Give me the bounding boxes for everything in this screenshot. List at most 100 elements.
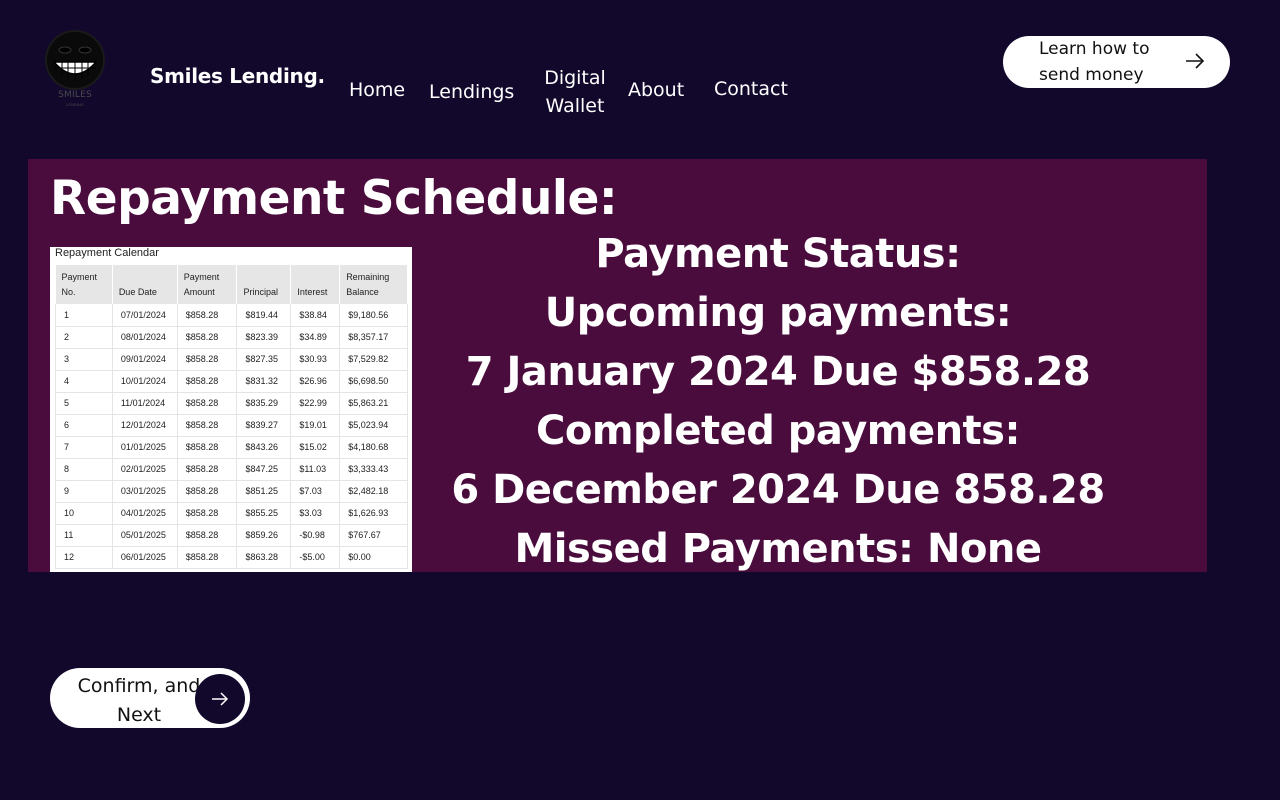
nav-home[interactable]: Home [349, 76, 405, 104]
table-cell: $1,626.93 [339, 502, 408, 525]
upcoming-payments-label: Upcoming payments: [544, 290, 1012, 336]
table-row: 7 01/01/2025 $858.28 $843.26 $15.02 $4,180.68 [55, 436, 408, 459]
table-cell: $835.29 [236, 392, 292, 415]
table-cell: $859.26 [236, 524, 292, 547]
table-cell: $15.02 [290, 436, 341, 459]
brand-name[interactable]: Smiles Lending. [150, 64, 325, 88]
nav-lendings[interactable]: Lendings [429, 78, 514, 106]
column-header: Principal [236, 265, 292, 304]
table-cell: 5 [55, 392, 113, 415]
table-cell: 03/01/2025 [112, 480, 178, 503]
nav-contact[interactable]: Contact [714, 75, 788, 103]
completed-payment-value: 6 December 2024 Due 858.28 [451, 467, 1105, 513]
table-header-row: Payment No. Due Date Payment Amount Prin… [55, 265, 408, 304]
table-cell: 02/01/2025 [112, 458, 178, 481]
arrow-right-icon [212, 692, 229, 706]
table-cell: $19.01 [290, 414, 341, 437]
learn-send-money-button[interactable]: Learn how to send money [1003, 36, 1230, 88]
table-cell: $0.00 [339, 546, 408, 569]
table-row: 3 09/01/2024 $858.28 $827.35 $30.93 $7,529.82 [55, 348, 408, 371]
table-cell: $863.28 [236, 546, 292, 569]
table-cell: 4 [55, 370, 113, 393]
nav-about[interactable]: About [628, 76, 684, 104]
table-cell: $839.27 [236, 414, 292, 437]
table-cell: $3.03 [290, 502, 341, 525]
table-cell: $858.28 [177, 414, 238, 437]
table-cell: $858.28 [177, 546, 238, 569]
learn-send-money-label: Learn how to send money [1039, 39, 1150, 85]
table-row: 1 07/01/2024 $858.28 $819.44 $38.84 $9,180.56 [55, 304, 408, 327]
table-cell: $858.28 [177, 370, 238, 393]
table-cell: $858.28 [177, 392, 238, 415]
confirm-next-label: Confirm, and Next [77, 675, 201, 726]
completed-payments-label: Completed payments: [536, 408, 1020, 454]
table-cell: 2 [55, 326, 113, 349]
table-cell: 05/01/2025 [112, 524, 178, 547]
table-cell: $858.28 [177, 436, 238, 459]
table-cell: -$5.00 [290, 546, 341, 569]
table-cell: 1 [55, 304, 113, 327]
page-title: Repayment Schedule: [50, 171, 618, 226]
table-cell: $7,529.82 [339, 348, 408, 371]
payment-status: Payment Status: Upcoming payments: 7 Jan… [438, 225, 1118, 572]
table-cell: 11/01/2024 [112, 392, 178, 415]
table-row: 2 08/01/2024 $858.28 $823.39 $34.89 $8,357.17 [55, 326, 408, 349]
table-cell: $6,698.50 [339, 370, 408, 393]
table-cell: 10/01/2024 [112, 370, 178, 393]
table-cell: $831.32 [236, 370, 292, 393]
table-cell: $851.25 [236, 480, 292, 503]
table-cell: $22.99 [290, 392, 341, 415]
table-row: 12 06/01/2025 $858.28 $863.28 -$5.00 $0.00 [55, 546, 408, 569]
table-row: 8 02/01/2025 $858.28 $847.25 $11.03 $3,333.43 [55, 458, 408, 481]
table-cell: 12/01/2024 [112, 414, 178, 437]
table-cell: $3,333.43 [339, 458, 408, 481]
table-cell: $5,863.21 [339, 392, 408, 415]
table-cell: $858.28 [177, 502, 238, 525]
table-cell: $858.28 [177, 480, 238, 503]
table-cell: 11 [55, 524, 113, 547]
table-cell: $827.35 [236, 348, 292, 371]
table-cell: 07/01/2024 [112, 304, 178, 327]
logo-subtext: LENDING [66, 102, 84, 107]
table-cell: $858.28 [177, 458, 238, 481]
calendar-title: Repayment Calendar [55, 247, 159, 259]
table-cell: 01/01/2025 [112, 436, 178, 459]
nav-digital-wallet[interactable]: Digital Wallet [543, 64, 607, 120]
table-cell: 10 [55, 502, 113, 525]
table-cell: 8 [55, 458, 113, 481]
table-row: 6 12/01/2024 $858.28 $839.27 $19.01 $5,023.94 [55, 414, 408, 437]
arrow-right-icon [1186, 53, 1205, 69]
table-cell: 09/01/2024 [112, 348, 178, 371]
table-cell: $9,180.56 [339, 304, 408, 327]
column-header: Due Date [112, 265, 178, 304]
repayment-calendar-image: Repayment Calendar Payment No. Due Date … [50, 247, 412, 572]
repayment-panel: Repayment Schedule: Repayment Calendar P… [28, 159, 1207, 572]
table-cell: $7.03 [290, 480, 341, 503]
table-cell: $858.28 [177, 348, 238, 371]
upcoming-payment-value: 7 January 2024 Due $858.28 [465, 349, 1091, 395]
table-row: 4 10/01/2024 $858.28 $831.32 $26.96 $6,698.50 [55, 370, 408, 393]
table-cell: $843.26 [236, 436, 292, 459]
payment-status-heading: Payment Status: [595, 231, 961, 277]
column-header: Payment Amount [177, 265, 238, 304]
table-cell: $11.03 [290, 458, 341, 481]
logo[interactable]: SMILES LENDING [42, 28, 108, 112]
table-cell: $819.44 [236, 304, 292, 327]
table-cell: 9 [55, 480, 113, 503]
table-cell: $8,357.17 [339, 326, 408, 349]
table-cell: $30.93 [290, 348, 341, 371]
table-cell: $858.28 [177, 326, 238, 349]
table-cell: $5,023.94 [339, 414, 408, 437]
logo-text: SMILES [58, 90, 92, 100]
table-cell: $858.28 [177, 524, 238, 547]
table-cell: $38.84 [290, 304, 341, 327]
table-row: 9 03/01/2025 $858.28 $851.25 $7.03 $2,482.18 [55, 480, 408, 503]
table-cell: 04/01/2025 [112, 502, 178, 525]
table-row: 5 11/01/2024 $858.28 $835.29 $22.99 $5,863.21 [55, 392, 408, 415]
repayment-table: Payment No. Due Date Payment Amount Prin… [55, 265, 408, 569]
table-cell: 6 [55, 414, 113, 437]
confirm-next-arrow-button[interactable] [195, 674, 245, 724]
table-cell: $767.67 [339, 524, 408, 547]
smiley-logo-icon [45, 30, 105, 90]
table-cell: 3 [55, 348, 113, 371]
